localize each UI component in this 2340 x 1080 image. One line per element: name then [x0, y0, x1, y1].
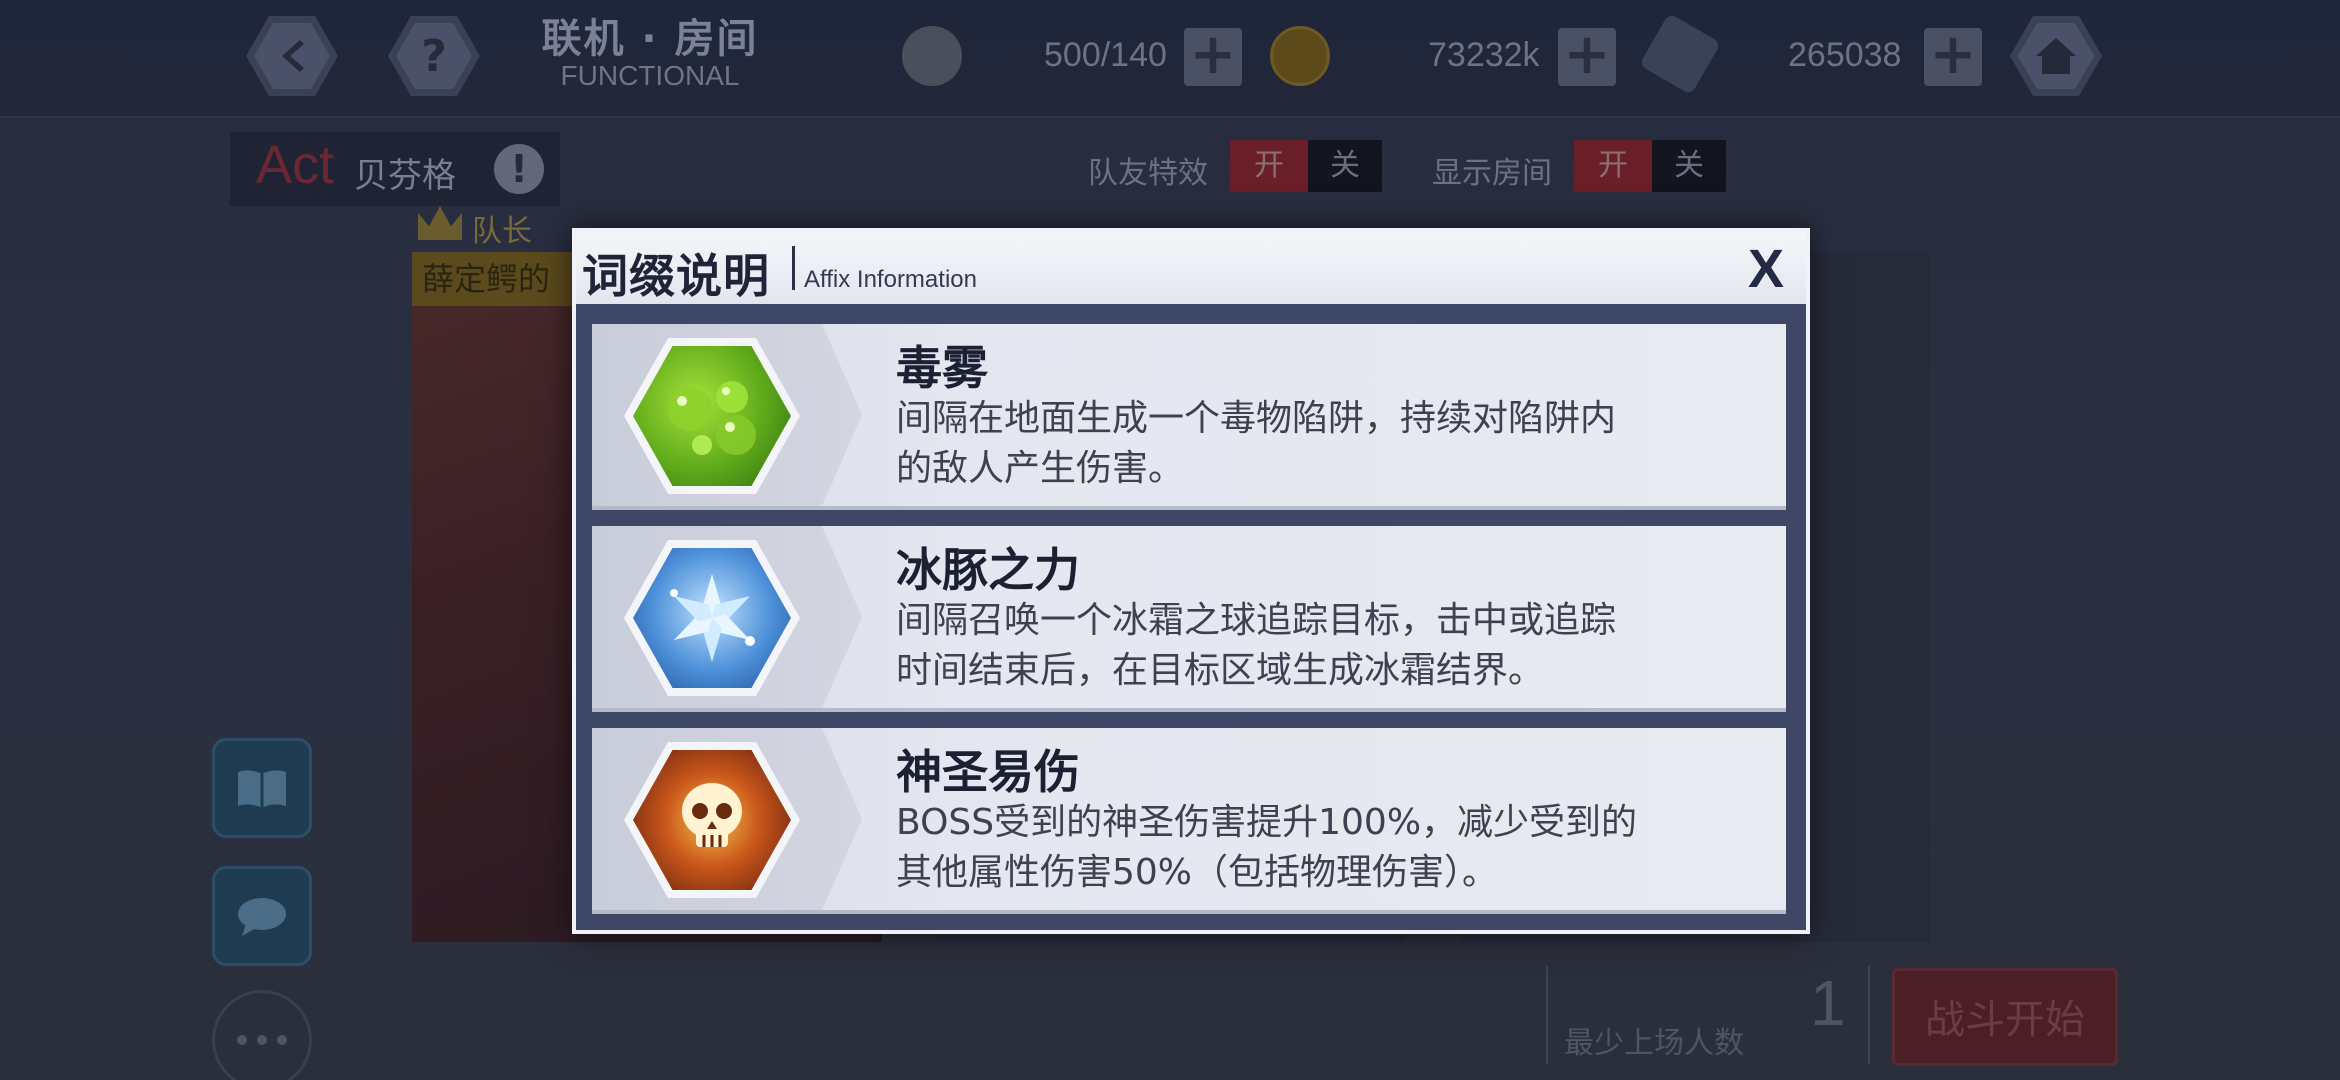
- title-divider: [792, 246, 795, 290]
- affix-info-button[interactable]: !: [494, 144, 544, 194]
- home-icon: [2018, 23, 2094, 89]
- crystal-value: 265038: [1788, 36, 1902, 74]
- more-dots-icon: [237, 1035, 287, 1045]
- affix-description-line: BOSS受到的神圣伤害提升100%，减少受到的: [896, 802, 1638, 843]
- guide-button[interactable]: [212, 738, 312, 838]
- crown-icon: [418, 206, 462, 240]
- show-room-label: 显示房间: [1432, 156, 1552, 191]
- teammate-effects-label: 队友特效: [1088, 156, 1208, 191]
- back-arrow-icon: [254, 23, 330, 89]
- add-stamina-button[interactable]: +: [1184, 27, 1242, 86]
- toggle-off[interactable]: 关: [1308, 140, 1382, 192]
- chat-bubble-icon: [238, 898, 286, 936]
- act-label: Act: [256, 135, 335, 195]
- affix-info-dialog: 词缀说明 Affix Information X 毒雾 间隔在地面生成一个毒物陷…: [572, 228, 1810, 934]
- affix-name: 冰豚之力: [896, 543, 1080, 597]
- min-players-label: 最少上场人数: [1564, 1026, 1744, 1061]
- coin-value: 73232k: [1428, 36, 1540, 74]
- chat-button[interactable]: [212, 866, 312, 966]
- affix-description-line: 其他属性伤害50%（包括物理伤害）。: [896, 852, 1499, 893]
- affix-description: 间隔在地面生成一个毒物陷阱，持续对陷阱内 的敌人产生伤害。: [896, 394, 1766, 494]
- boss-name: 贝芬格: [354, 156, 456, 196]
- dialog-header: 词缀说明 Affix Information X: [576, 232, 1806, 304]
- stamina-value: 500/140: [1044, 36, 1167, 74]
- affix-description-line: 的敌人产生伤害。: [896, 448, 1185, 489]
- start-battle-button[interactable]: 战斗开始: [1892, 968, 2118, 1066]
- affix-description-line: 间隔在地面生成一个毒物陷阱，持续对陷阱内: [896, 398, 1617, 439]
- affix-card: 毒雾 间隔在地面生成一个毒物陷阱，持续对陷阱内 的敌人产生伤害。: [592, 324, 1786, 510]
- add-crystals-button[interactable]: +: [1924, 27, 1982, 86]
- show-room-toggle[interactable]: 开 关: [1574, 140, 1726, 192]
- affix-description: 间隔召唤一个冰霜之球追踪目标，击中或追踪 时间结束后，在目标区域生成冰霜结界。: [896, 596, 1766, 696]
- top-bar: [0, 0, 2340, 118]
- more-button[interactable]: [212, 990, 312, 1080]
- room-subtitle: FUNCTIONAL: [560, 60, 740, 91]
- affix-card: 神圣易伤 BOSS受到的神圣伤害提升100%，减少受到的 其他属性伤害50%（包…: [592, 728, 1786, 914]
- close-icon[interactable]: X: [1748, 238, 1784, 300]
- dialog-title: 词缀说明: [582, 249, 770, 303]
- affix-card: 冰豚之力 间隔召唤一个冰霜之球追踪目标，击中或追踪 时间结束后，在目标区域生成冰…: [592, 526, 1786, 712]
- affix-description: BOSS受到的神圣伤害提升100%，减少受到的 其他属性伤害50%（包括物理伤害…: [896, 798, 1766, 898]
- affix-name: 毒雾: [896, 341, 988, 395]
- toggle-on[interactable]: 开: [1230, 140, 1308, 192]
- teammate-effects-toggle[interactable]: 开 关: [1230, 140, 1382, 192]
- coin-icon: [1270, 26, 1330, 86]
- dialog-subtitle: Affix Information: [804, 266, 977, 293]
- leader-label: 队长: [472, 214, 532, 249]
- room-title: 联机 · 房间: [541, 16, 759, 62]
- question-icon: ?: [396, 23, 472, 89]
- affix-description-line: 时间结束后，在目标区域生成冰霜结界。: [896, 650, 1545, 691]
- add-coins-button[interactable]: +: [1558, 27, 1616, 86]
- book-icon: [238, 770, 286, 808]
- rice-ball-icon: [902, 26, 962, 86]
- affix-description-line: 间隔召唤一个冰霜之球追踪目标，击中或追踪: [896, 600, 1617, 641]
- toggle-off[interactable]: 关: [1652, 140, 1726, 192]
- toggle-on[interactable]: 开: [1574, 140, 1652, 192]
- affix-name: 神圣易伤: [896, 745, 1080, 799]
- min-players-value: 1: [1810, 967, 1846, 1039]
